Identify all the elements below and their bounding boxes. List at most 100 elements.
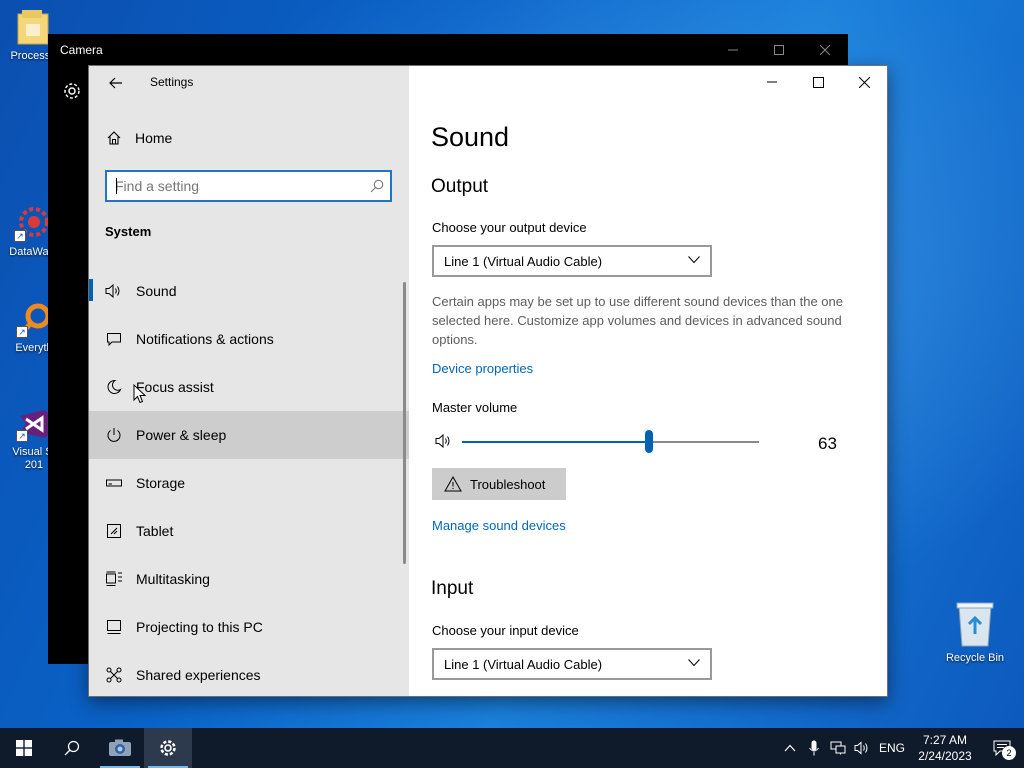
notification-count-badge: 2 [1002,746,1016,760]
slider-fill [462,441,649,443]
maximize-button[interactable] [795,66,841,98]
nav-item-projecting[interactable]: Projecting to this PC [89,603,409,651]
back-button[interactable] [101,70,131,96]
text-caret [116,178,117,194]
show-hidden-icons-button[interactable] [778,728,802,768]
warning-icon [444,476,462,492]
minimize-icon [767,81,777,83]
maximize-icon [774,44,784,55]
folder-icon [16,10,52,46]
search-button[interactable] [48,728,96,768]
troubleshoot-label: Troubleshoot [470,476,546,492]
nav-scrollbar[interactable] [403,282,406,564]
clock-date: 2/24/2023 [918,749,972,763]
settings-content-pane: Sound Output Choose your output device L… [409,66,887,696]
storage-icon [89,478,136,488]
system-tray: ENG 7:27 AM 2/24/2023 2 [778,728,1024,768]
windows-logo-icon [16,740,32,756]
nav-item-notifications[interactable]: Notifications & actions [89,315,409,363]
slider-thumb[interactable] [645,430,653,453]
microphone-icon[interactable] [802,728,826,768]
chevron-up-icon [784,744,796,752]
tablet-icon [89,523,136,539]
input-device-dropdown[interactable]: Line 1 (Virtual Audio Cable) [432,648,712,680]
nav-item-sound[interactable]: Sound [89,267,409,315]
power-icon [89,427,136,443]
output-device-dropdown[interactable]: Line 1 (Virtual Audio Cable) [432,245,712,277]
master-volume-slider[interactable] [462,441,759,443]
clock[interactable]: 7:27 AM 2/24/2023 [910,732,980,764]
input-device-label: Choose your input device [432,623,579,638]
close-icon [858,76,870,88]
troubleshoot-button[interactable]: Troubleshoot [432,468,566,500]
manage-sound-devices-link[interactable]: Manage sound devices [432,518,566,533]
speaker-icon[interactable] [435,433,453,449]
page-title: Sound [431,122,510,152]
search-icon[interactable] [370,179,384,193]
nav-item-label: Notifications & actions [136,331,274,347]
volume-icon[interactable] [850,728,874,768]
camera-icon [109,739,131,756]
master-volume-row: 63 [432,427,852,457]
output-description: Certain apps may be set up to use differ… [432,294,843,347]
maximize-icon [812,76,824,88]
camera-settings-gear-icon[interactable] [61,80,83,102]
settings-nav-pane: Settings Home System Sound [89,66,409,696]
taskbar: ENG 7:27 AM 2/24/2023 2 [0,728,1024,768]
home-icon [89,130,135,146]
nav-item-label: Sound [136,283,177,299]
selection-indicator [89,279,93,301]
visual-studio-icon: ↗ [16,406,52,442]
nav-item-storage[interactable]: Storage [89,459,409,507]
nav-item-tablet[interactable]: Tablet [89,507,409,555]
camera-close-button[interactable] [802,34,848,65]
input-heading: Input [431,578,474,599]
minimize-button[interactable] [749,66,795,98]
chevron-down-icon [688,256,700,264]
camera-titlebar[interactable]: Camera [48,34,848,65]
device-properties-link[interactable]: Device properties [432,361,533,376]
projector-icon [89,619,136,635]
notification-icon [89,331,136,347]
desktop-icon-recycle-bin[interactable]: Recycle Bin [940,600,1010,664]
datawag-icon: ↗ [14,206,50,242]
recycle-bin-icon [953,600,997,648]
nav-item-label: Focus assist [136,379,214,395]
taskbar-camera-app[interactable] [96,728,144,768]
magnifier-icon: ↗ [16,302,52,338]
input-language-indicator[interactable]: ENG [874,741,910,755]
desktop-icon-label: Recycle Bin [945,652,1005,664]
master-volume-value: 63 [818,434,837,453]
nav-item-label: Power & sleep [136,427,227,443]
action-center-button[interactable]: 2 [980,728,1024,768]
nav-item-label: Projecting to this PC [136,619,263,635]
search-box[interactable] [105,170,392,202]
nav-item-label: Multitasking [136,571,210,587]
moon-icon [89,379,136,395]
camera-minimize-button[interactable] [710,34,756,65]
search-input[interactable] [107,172,352,200]
gear-icon [160,740,176,756]
nav-item-label: Shared experiences [136,667,261,683]
start-button[interactable] [0,728,48,768]
output-device-value: Line 1 (Virtual Audio Cable) [444,253,603,269]
nav-item-label: Tablet [136,523,174,539]
settings-app-title: Settings [150,75,194,89]
nav-home[interactable]: Home [89,122,409,154]
camera-maximize-button[interactable] [756,34,802,65]
mouse-cursor-icon [133,383,147,404]
output-heading: Output [431,176,489,197]
nav-item-shared-experiences[interactable]: Shared experiences [89,651,409,696]
taskbar-settings-app[interactable] [144,728,192,768]
nav-item-power-sleep[interactable]: Power & sleep [89,411,409,459]
nav-list: Sound Notifications & actions Focus assi… [89,267,409,696]
settings-window[interactable]: Settings Home System Sound [88,65,888,697]
minimize-icon [728,49,738,50]
shortcut-arrow-icon: ↗ [14,230,26,242]
close-button[interactable] [841,66,887,98]
nav-item-multitasking[interactable]: Multitasking [89,555,409,603]
network-icon[interactable] [826,728,850,768]
input-device-value: Line 1 (Virtual Audio Cable) [444,656,603,672]
camera-window-title: Camera [60,43,103,57]
back-arrow-icon [109,77,122,89]
